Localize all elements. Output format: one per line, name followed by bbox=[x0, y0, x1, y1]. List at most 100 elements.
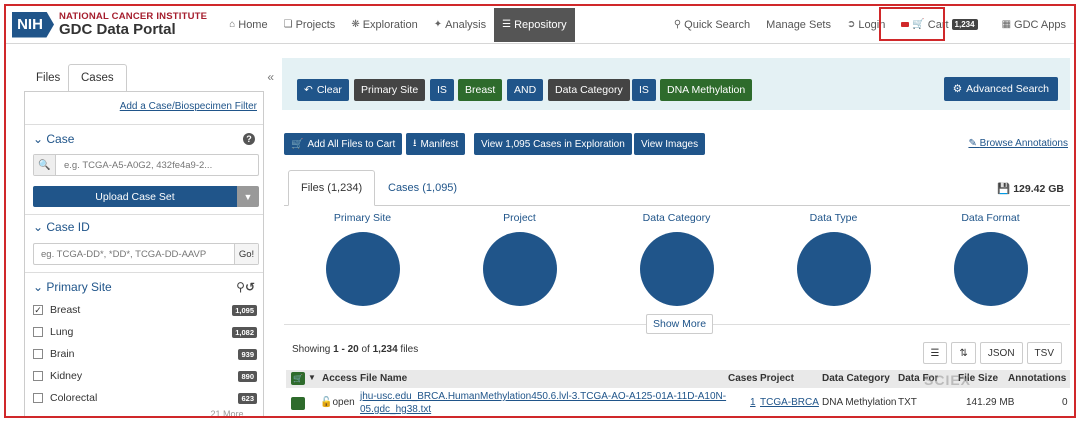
analysis-icon: ✦ bbox=[433, 19, 443, 30]
nav-analysis[interactable]: ✦ Analysis bbox=[426, 6, 494, 44]
sort-button[interactable]: ⇅ bbox=[951, 342, 976, 364]
pie-title: Data Format bbox=[961, 212, 1020, 224]
case-search-input[interactable]: 🔍 bbox=[33, 154, 259, 176]
query-operator-is[interactable]: IS bbox=[430, 79, 454, 101]
facet-option-lung[interactable]: Lung 1,082 bbox=[33, 322, 259, 342]
go-button[interactable]: Go! bbox=[234, 244, 258, 264]
file-size-cell: 141.29 MB bbox=[966, 397, 1015, 408]
view-cases-in-exploration-button[interactable]: View 1,095 Cases in Exploration bbox=[474, 133, 632, 155]
query-field-primary-site[interactable]: Primary Site bbox=[354, 79, 426, 101]
pie-data-format: Data Format bbox=[912, 206, 1069, 338]
data-category-cell: DNA Methylation bbox=[822, 397, 897, 408]
tsv-export-button[interactable]: TSV bbox=[1026, 342, 1062, 364]
table-row: 🔓open jhu-usc.edu_BRCA.HumanMethylation4… bbox=[286, 388, 1070, 416]
col-project[interactable]: Project bbox=[760, 373, 794, 384]
checkbox-icon[interactable] bbox=[33, 371, 43, 381]
pie-chart[interactable] bbox=[483, 232, 557, 306]
add-all-to-cart-button[interactable]: 🛒 Add All Files to Cart bbox=[284, 133, 403, 155]
query-field-data-category[interactable]: Data Category bbox=[548, 79, 630, 101]
cart-button[interactable]: 🛒 Cart 1,234 bbox=[879, 6, 985, 44]
add-case-filter-link[interactable]: Add a Case/Biospecimen Filter bbox=[120, 101, 257, 112]
col-data-category[interactable]: Data Category bbox=[822, 373, 890, 384]
facet-search-reset-icons[interactable]: ⚲↺ bbox=[236, 280, 255, 294]
facet-count-badge: 1,082 bbox=[232, 326, 257, 338]
col-access[interactable]: Access bbox=[322, 373, 357, 384]
nav-exploration[interactable]: ❋ Exploration bbox=[343, 6, 425, 44]
caseid-facet-title[interactable]: ⌄ Case ID bbox=[33, 220, 90, 234]
nav-home[interactable]: ⌂ Home bbox=[221, 6, 275, 44]
checkbox-icon[interactable] bbox=[33, 327, 43, 337]
caseid-input[interactable]: Go! bbox=[33, 243, 259, 265]
portal-title: GDC Data Portal bbox=[59, 20, 176, 38]
pie-chart[interactable] bbox=[640, 232, 714, 306]
cart-select-all-icon[interactable]: 🛒 bbox=[291, 372, 305, 385]
cart-count-badge: 1,234 bbox=[951, 19, 978, 30]
col-cases[interactable]: Cases bbox=[728, 373, 757, 384]
facet-count-badge: 939 bbox=[238, 348, 257, 360]
case-facet-title[interactable]: ⌄ Case bbox=[33, 132, 74, 146]
facet-count-badge: 623 bbox=[238, 392, 257, 404]
gdc-apps-button[interactable]: ▦ GDC Apps bbox=[994, 6, 1074, 44]
facet-option-label: Colorectal bbox=[50, 392, 98, 404]
pie-chart[interactable] bbox=[326, 232, 400, 306]
more-options-link[interactable]: 21 More... bbox=[210, 409, 251, 416]
col-annotations[interactable]: Annotations bbox=[1008, 373, 1068, 384]
browse-annotations-link[interactable]: ✎ Browse Annotations bbox=[968, 138, 1068, 149]
cases-link[interactable]: 1 bbox=[750, 397, 756, 408]
results-tabs: Files (1,234) Cases (1,095) 💾 129.42 GB bbox=[284, 170, 1070, 206]
query-value-dna-methylation[interactable]: DNA Methylation bbox=[660, 79, 753, 101]
facet-option-breast[interactable]: ✓ Breast 1,095 bbox=[33, 300, 259, 320]
view-images-button[interactable]: View Images bbox=[634, 133, 706, 155]
show-more-button[interactable]: Show More bbox=[646, 314, 714, 334]
nav-projects[interactable]: ❏ Projects bbox=[276, 6, 344, 44]
tab-files-results[interactable]: Files (1,234) bbox=[288, 170, 376, 206]
manifest-button[interactable]: ⭳ Manifest bbox=[406, 133, 466, 155]
primary-site-facet-title[interactable]: ⌄ Primary Site bbox=[33, 280, 112, 294]
pie-title: Data Category bbox=[642, 212, 711, 224]
project-link[interactable]: TCGA-BRCA bbox=[760, 397, 819, 408]
portal-frame: NIH NATIONAL CANCER INSTITUTE GDC Data P… bbox=[4, 4, 1076, 418]
query-operator-is[interactable]: IS bbox=[632, 79, 656, 101]
database-icon: ☰ bbox=[502, 19, 512, 30]
pie-chart[interactable] bbox=[797, 232, 871, 306]
file-name-link[interactable]: jhu-usc.edu_BRCA.HumanMethylation450.6.l… bbox=[360, 390, 726, 416]
nav-repository[interactable]: ☰ Repository bbox=[494, 7, 575, 42]
add-to-cart-icon[interactable] bbox=[291, 397, 305, 410]
col-file-name[interactable]: File Name bbox=[360, 373, 407, 384]
cart-highlight-box bbox=[879, 6, 946, 41]
checkbox-checked-icon[interactable]: ✓ bbox=[33, 305, 43, 315]
upload-case-set-label: Upload Case Set bbox=[33, 186, 237, 207]
query-operator-and[interactable]: AND bbox=[507, 79, 544, 101]
advanced-search-button[interactable]: ⚙ Advanced Search bbox=[943, 77, 1058, 101]
pie-chart[interactable] bbox=[954, 232, 1028, 306]
case-search-field[interactable] bbox=[56, 159, 246, 171]
chevron-down-icon[interactable]: ▼ bbox=[308, 373, 316, 382]
collapse-sidebar-icon[interactable]: « bbox=[267, 70, 274, 84]
divider bbox=[25, 272, 263, 273]
help-icon[interactable]: ? bbox=[243, 133, 255, 145]
tab-cases-results[interactable]: Cases (1,095) bbox=[376, 170, 469, 206]
json-export-button[interactable]: JSON bbox=[979, 342, 1023, 364]
nav-label: Exploration bbox=[362, 18, 418, 31]
caseid-field[interactable] bbox=[34, 248, 234, 260]
upload-case-set-button[interactable]: Upload Case Set ▼ bbox=[33, 186, 259, 207]
file-name-line1: jhu-usc.edu_BRCA.HumanMethylation450.6.l… bbox=[360, 391, 727, 402]
facet-option-kidney[interactable]: Kidney 890 bbox=[33, 366, 259, 386]
facet-option-colorectal[interactable]: Colorectal 623 bbox=[33, 388, 259, 408]
pie-data-type: Data Type bbox=[755, 206, 912, 338]
manage-sets-button[interactable]: Manage Sets bbox=[758, 6, 839, 44]
tab-cases[interactable]: Cases bbox=[68, 64, 127, 92]
clear-query-button[interactable]: ↶ Clear bbox=[297, 79, 349, 101]
column-toggle-button[interactable]: ☰ bbox=[922, 342, 948, 364]
gdc-logo[interactable]: NIH NATIONAL CANCER INSTITUTE GDC Data P… bbox=[12, 11, 207, 38]
chevron-down-icon[interactable]: ▼ bbox=[237, 186, 259, 207]
showing-count: Showing 1 - 20 of 1,234 files bbox=[292, 344, 418, 355]
facet-option-brain[interactable]: Brain 939 bbox=[33, 344, 259, 364]
checkbox-icon[interactable] bbox=[33, 349, 43, 359]
checkbox-icon[interactable] bbox=[33, 393, 43, 403]
quick-search-button[interactable]: ⚲ Quick Search bbox=[666, 6, 758, 44]
download-icon: ⭳ bbox=[413, 137, 417, 149]
tab-files[interactable]: Files bbox=[24, 64, 72, 92]
manifest-label: Manifest bbox=[420, 138, 459, 150]
query-value-breast[interactable]: Breast bbox=[458, 79, 503, 101]
